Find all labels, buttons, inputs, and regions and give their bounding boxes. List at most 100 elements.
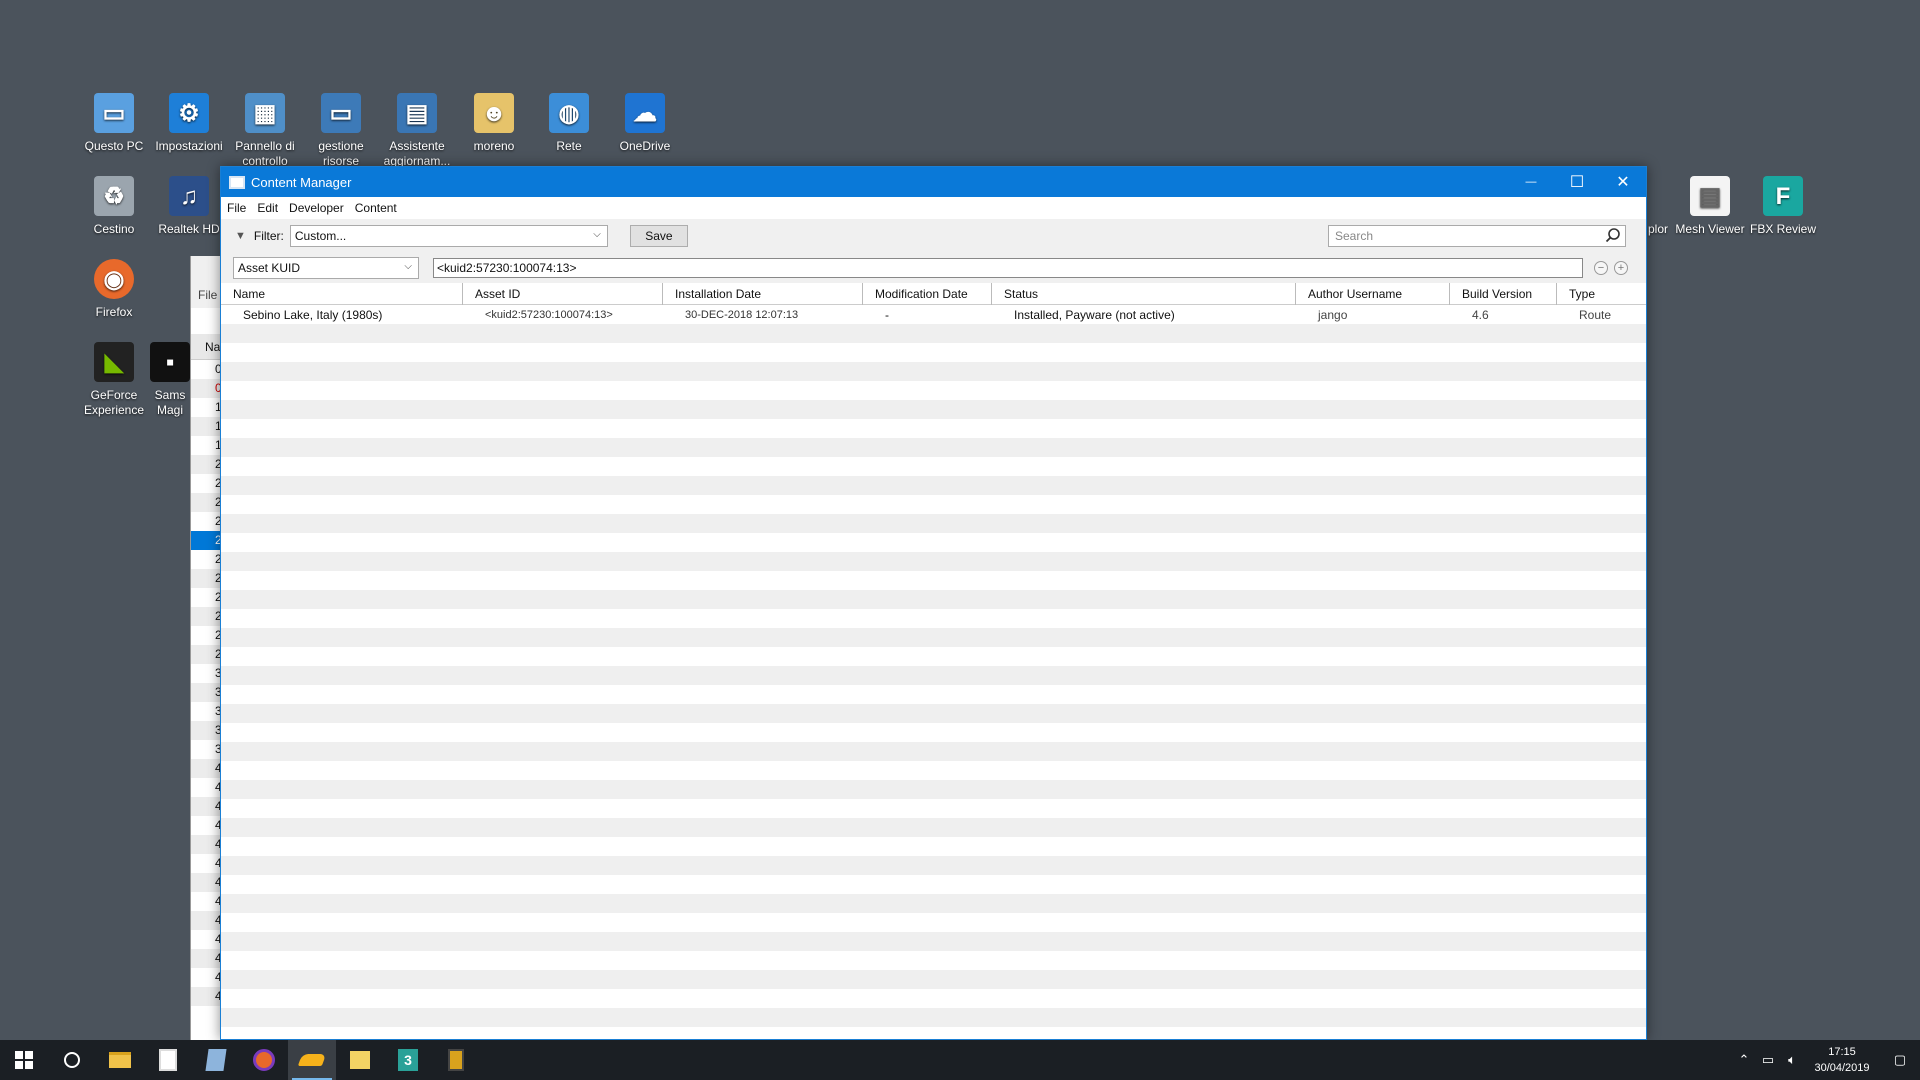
filter-collapse-icon[interactable]: ▼ xyxy=(235,230,246,242)
empty-row xyxy=(221,913,1646,932)
add-condition-button[interactable]: + xyxy=(1614,261,1628,275)
save-button[interactable]: Save xyxy=(629,225,688,247)
desktop-icon-impostazioni[interactable]: ⚙ Impostazioni xyxy=(150,93,228,154)
filter-bar: ▼ Filter: Custom... ⌵ Save Search xyxy=(221,219,1646,253)
column-installation-date[interactable]: Installation Date xyxy=(663,283,863,305)
start-button[interactable] xyxy=(0,1040,48,1080)
system-tray: ⌃ ▭ 🔈︎ 17:15 30/04/2019 ▢ xyxy=(1732,1040,1920,1080)
table-body[interactable]: Sebino Lake, Italy (1980s) <kuid2:57230:… xyxy=(221,305,1646,1035)
table-header: Name Asset ID Installation Date Modifica… xyxy=(221,283,1646,305)
empty-row xyxy=(221,438,1646,457)
desktop-icon-questo-pc[interactable]: ▭ Questo PC xyxy=(75,93,153,154)
filter-dropdown-value: Custom... xyxy=(294,229,347,243)
cell-type: Route xyxy=(1579,307,1612,322)
desktop-icon-label: Mesh Viewer xyxy=(1675,222,1745,236)
empty-row xyxy=(221,780,1646,799)
desktop-icon-label: Firefox xyxy=(95,305,133,319)
desktop-icon-label: Realtek HD xyxy=(158,222,220,236)
geforce-icon: ◣ xyxy=(94,342,134,382)
desktop-icon-cestino[interactable]: ♻ Cestino xyxy=(75,176,153,237)
minimize-button[interactable]: — xyxy=(1508,167,1554,197)
monitor-icon: ▭ xyxy=(321,93,361,133)
desktop-icon-label: Impostazioni xyxy=(155,139,223,153)
desktop-icon-rete[interactable]: ◍ Rete xyxy=(530,93,608,154)
launcher-icon xyxy=(448,1049,464,1071)
cortana-button[interactable] xyxy=(48,1040,96,1080)
title-bar[interactable]: Content Manager — ☐ ✕ xyxy=(221,167,1646,197)
empty-row xyxy=(221,457,1646,476)
column-build-version[interactable]: Build Version xyxy=(1450,283,1557,305)
empty-row xyxy=(221,571,1646,590)
desktop-icon-pannello[interactable]: ▦ Pannello di controllo xyxy=(226,93,304,169)
column-author[interactable]: Author Username xyxy=(1296,283,1450,305)
taskbar-sticky-notes[interactable] xyxy=(336,1040,384,1080)
search-input[interactable]: Search xyxy=(1328,225,1626,247)
desktop-icon-geforce[interactable]: ◣ GeForce Experience xyxy=(75,342,153,418)
kuid-input[interactable]: <kuid2:57230:100074:13> xyxy=(433,258,1583,278)
desktop-icon-label: Questo PC xyxy=(84,139,144,153)
empty-row xyxy=(221,666,1646,685)
remove-condition-button[interactable]: − xyxy=(1594,261,1608,275)
menu-edit[interactable]: Edit xyxy=(257,201,278,215)
empty-row xyxy=(221,552,1646,571)
column-modification-date[interactable]: Modification Date xyxy=(863,283,992,305)
desktop-icon-label: Cestino xyxy=(93,222,135,236)
empty-row xyxy=(221,495,1646,514)
taskbar-calculator[interactable] xyxy=(144,1040,192,1080)
empty-row xyxy=(221,685,1646,704)
empty-row xyxy=(221,343,1646,362)
taskbar-app-document[interactable] xyxy=(192,1040,240,1080)
taskbar-content-manager[interactable] xyxy=(288,1040,336,1080)
chevron-down-icon: ⌵ xyxy=(404,261,412,272)
empty-row xyxy=(221,761,1646,780)
desktop-icon-assistente[interactable]: ▤ Assistente aggiornam... xyxy=(378,93,456,169)
chevron-up-icon[interactable]: ⌃ xyxy=(1732,1052,1756,1068)
desktop-icon-mesh-viewer[interactable]: ▤ Mesh Viewer xyxy=(1671,176,1749,237)
column-type[interactable]: Type xyxy=(1557,283,1645,305)
filter-dropdown[interactable]: Custom... ⌵ xyxy=(289,225,608,247)
cell-asset-id: <kuid2:57230:100074:13> xyxy=(485,308,613,321)
network-icon: ◍ xyxy=(549,93,589,133)
clock[interactable]: 17:15 30/04/2019 xyxy=(1804,1044,1880,1076)
empty-row xyxy=(221,894,1646,913)
notes-icon xyxy=(350,1051,370,1069)
column-asset-id[interactable]: Asset ID xyxy=(463,283,663,305)
content-manager-window[interactable]: Content Manager — ☐ ✕ File Edit Develope… xyxy=(220,166,1647,1040)
desktop-icon-onedrive[interactable]: ☁ OneDrive xyxy=(606,93,684,154)
volume-icon[interactable]: 🔈︎ xyxy=(1780,1052,1804,1068)
cell-installation-date: 30-DEC-2018 12:07:13 xyxy=(685,308,799,321)
clock-date: 30/04/2019 xyxy=(1814,1062,1870,1074)
table-rows: Sebino Lake, Italy (1980s) <kuid2:57230:… xyxy=(221,305,1646,1035)
taskbar-launcher[interactable] xyxy=(432,1040,480,1080)
taskbar-file-explorer[interactable] xyxy=(96,1040,144,1080)
cortana-circle-icon xyxy=(64,1052,80,1068)
column-status[interactable]: Status xyxy=(992,283,1296,305)
desktop-icon-firefox[interactable]: ◉ Firefox xyxy=(75,259,153,320)
desktop-icon-label: gestione risorse xyxy=(318,139,364,168)
table-row[interactable]: Sebino Lake, Italy (1980s) <kuid2:57230:… xyxy=(221,305,1646,324)
filter-label: Filter: xyxy=(253,229,284,243)
network-icon[interactable]: ▭ xyxy=(1756,1052,1780,1068)
windows-icon xyxy=(15,1051,33,1069)
kuid-bar: Asset KUID ⌵ <kuid2:57230:100074:13> − + xyxy=(221,253,1646,283)
desktop-icon-fbx-review[interactable]: F FBX Review xyxy=(1744,176,1822,237)
kuid-field-dropdown[interactable]: Asset KUID ⌵ xyxy=(233,257,419,279)
desktop-icon-realtek[interactable]: ♫ Realtek HD xyxy=(150,176,228,237)
desktop-icon-samsung[interactable]: ▪ Sams Magi xyxy=(150,342,190,418)
search-icon[interactable] xyxy=(1605,227,1621,243)
maximize-button[interactable]: ☐ xyxy=(1554,167,1600,197)
empty-row xyxy=(221,476,1646,495)
close-button[interactable]: ✕ xyxy=(1600,167,1646,197)
menu-developer[interactable]: Developer xyxy=(289,201,344,215)
app-icon xyxy=(229,175,245,189)
taskbar-firefox[interactable] xyxy=(240,1040,288,1080)
chevron-down-icon: ⌵ xyxy=(593,229,601,240)
kuid-field-value: Asset KUID xyxy=(238,261,301,275)
column-name[interactable]: Name xyxy=(221,283,463,305)
desktop-icon-gestione[interactable]: ▭ gestione risorse xyxy=(302,93,380,169)
notification-icon[interactable]: ▢ xyxy=(1880,1052,1920,1068)
menu-file[interactable]: File xyxy=(227,201,246,215)
taskbar-trainz-app[interactable]: 3 xyxy=(384,1040,432,1080)
desktop-icon-moreno[interactable]: ☻ moreno xyxy=(455,93,533,154)
menu-content[interactable]: Content xyxy=(355,201,397,215)
